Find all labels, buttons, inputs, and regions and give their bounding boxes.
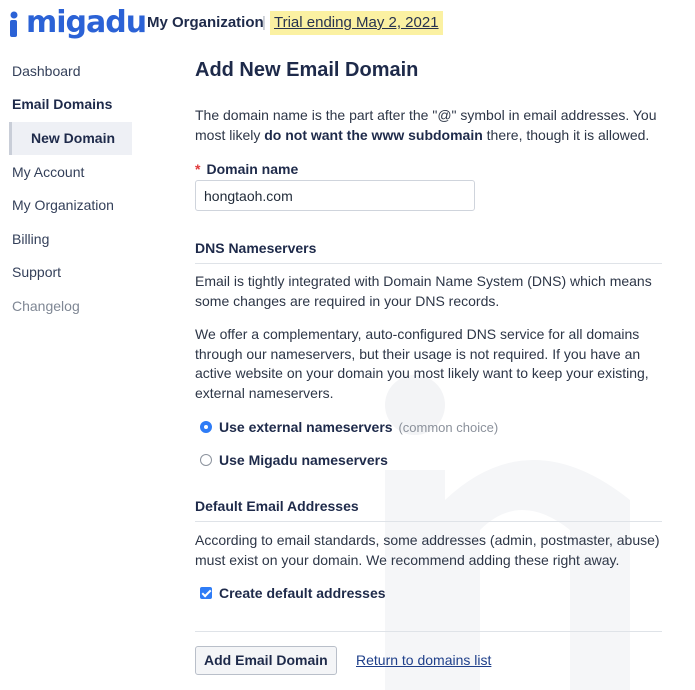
dns-section-heading: DNS Nameservers [195, 240, 662, 264]
radio-migadu-label[interactable]: Use Migadu nameservers [219, 452, 388, 468]
sidebar-item-email-domains[interactable]: Email Domains [12, 96, 112, 112]
sidebar-item-support[interactable]: Support [12, 264, 61, 280]
common-choice-hint: (common choice) [398, 420, 499, 435]
checkbox-checked-icon[interactable] [200, 587, 212, 599]
add-email-domain-button[interactable]: Add Email Domain [195, 646, 337, 675]
form-divider [195, 631, 662, 632]
default-addresses-heading: Default Email Addresses [195, 498, 662, 522]
intro-text-end: there, though it is allowed. [482, 126, 650, 143]
sidebar-item-my-account[interactable]: My Account [12, 164, 84, 180]
radio-migadu-nameservers[interactable]: Use Migadu nameservers [200, 452, 388, 468]
sidebar-item-new-domain-label: New Domain [31, 130, 116, 146]
return-to-domains-link[interactable]: Return to domains list [356, 652, 491, 668]
sidebar-item-my-organization[interactable]: My Organization [12, 197, 114, 213]
domain-name-label: * Domain name [195, 161, 298, 177]
trial-badge-link[interactable]: Trial ending May 2, 2021 [270, 11, 443, 35]
default-addresses-description: According to email standards, some addre… [195, 532, 660, 568]
header-separator: | [262, 14, 266, 31]
dns-description-2: We offer a complementary, auto-configure… [195, 326, 649, 401]
logo-mark-icon [10, 11, 18, 37]
radio-unselected-icon[interactable] [200, 454, 212, 466]
migadu-logo[interactable]: migadu [8, 4, 147, 42]
migadu-watermark-icon [385, 375, 630, 690]
sidebar-item-new-domain[interactable]: New Domain [9, 122, 132, 155]
radio-selected-icon[interactable] [200, 421, 212, 433]
dns-description-1: Email is tightly integrated with Domain … [195, 273, 652, 309]
required-marker: * [195, 161, 201, 177]
radio-external-nameservers[interactable]: Use external nameservers (common choice) [200, 419, 498, 435]
intro-text: The domain name is the part after the "@… [195, 106, 663, 145]
logo-text: migadu [26, 5, 147, 40]
radio-external-label[interactable]: Use external nameservers [219, 419, 393, 435]
create-default-addresses-label[interactable]: Create default addresses [219, 585, 386, 601]
create-default-addresses-checkbox[interactable]: Create default addresses [200, 585, 386, 601]
page-title: Add New Email Domain [195, 59, 419, 81]
sidebar-item-changelog[interactable]: Changelog [12, 298, 80, 314]
domain-name-input[interactable] [195, 180, 475, 211]
organization-name[interactable]: My Organization [147, 14, 264, 31]
domain-name-label-text: Domain name [206, 161, 299, 177]
sidebar-item-dashboard[interactable]: Dashboard [12, 63, 81, 79]
intro-text-emphasis: do not want the www subdomain [264, 126, 483, 143]
top-header: migadu My Organization | Trial ending Ma… [0, 0, 695, 46]
sidebar-item-billing[interactable]: Billing [12, 231, 49, 247]
